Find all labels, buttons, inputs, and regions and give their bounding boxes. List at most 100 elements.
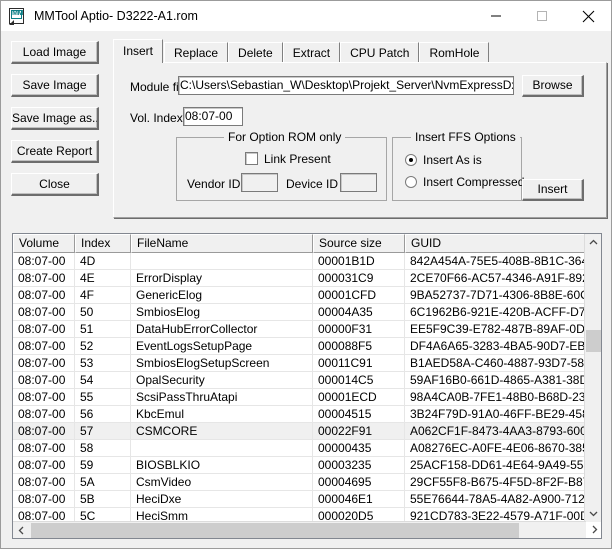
cell-volume: 08:07-00 xyxy=(13,406,75,422)
column-header-index[interactable]: Index xyxy=(75,234,131,253)
table-row[interactable]: 08:07-00 53 SmbiosElogSetupScreen 00011C91 B… xyxy=(13,355,586,372)
cell-volume: 08:07-00 xyxy=(13,338,75,354)
scroll-up-button[interactable] xyxy=(585,234,601,251)
create-report-button[interactable]: Create Report xyxy=(11,140,99,163)
cell-source-size: 00001CFD xyxy=(313,287,405,303)
table-row[interactable]: 08:07-00 4D 00001B1D 842A454A-75E5-408B-8B1… xyxy=(13,253,586,270)
cell-index: 58 xyxy=(75,440,131,456)
cell-filename: SmbiosElog xyxy=(131,304,313,320)
cell-guid: 842A454A-75E5-408B-8B1C-36420E xyxy=(410,254,586,268)
cell-index: 5B xyxy=(75,491,131,507)
load-image-button[interactable]: Load Image xyxy=(11,41,99,64)
table-row[interactable]: 08:07-00 52 EventLogsSetupPage 000088F5 DF4A… xyxy=(13,338,586,355)
tab-romhole[interactable]: RomHole xyxy=(419,42,490,63)
vertical-scroll-thumb[interactable] xyxy=(586,330,601,352)
cell-volume: 08:07-00 xyxy=(13,355,75,371)
cell-guid: 59AF16B0-661D-4865-A381-38DE68 xyxy=(410,373,586,387)
minimize-button[interactable] xyxy=(473,1,519,31)
scroll-right-button[interactable] xyxy=(586,521,601,538)
cell-volume: 08:07-00 xyxy=(13,474,75,490)
cell-filename: EventLogsSetupPage xyxy=(131,338,313,354)
table-row[interactable]: 08:07-00 57 CSMCORE 00022F91 A062CF1F-8473-4… xyxy=(13,423,586,440)
cell-guid: A08276EC-A0FE-4E06-8670-385336 xyxy=(410,441,586,455)
insert-button[interactable]: Insert xyxy=(522,179,584,201)
vol-index-input[interactable]: 08:07-00 xyxy=(183,107,243,126)
table-row[interactable]: 08:07-00 51 DataHubErrorCollector 00000F31 E… xyxy=(13,321,586,338)
cell-index: 4F xyxy=(75,287,131,303)
module-file-input[interactable]: C:\Users\Sebastian_W\Desktop\Projekt_Ser… xyxy=(178,76,514,95)
table-row[interactable]: 08:07-00 50 SmbiosElog 00004A35 6C1962B6-921… xyxy=(13,304,586,321)
browse-button[interactable]: Browse xyxy=(522,75,584,97)
column-header-volume[interactable]: Volume xyxy=(13,234,75,253)
table-row[interactable]: 08:07-00 56 KbcEmul 00004515 3B24F79D-91A0-4… xyxy=(13,406,586,423)
cell-guid: 98A4CA0B-7FE1-48B0-B68D-23EB0E xyxy=(410,390,586,404)
cell-index: 54 xyxy=(75,372,131,388)
table-row[interactable]: 08:07-00 58 00000435 A08276EC-A0FE-4E06-867… xyxy=(13,440,586,457)
table-row[interactable]: 08:07-00 55 ScsiPassThruAtapi 00001ECD 98A4C… xyxy=(13,389,586,406)
column-header-filename[interactable]: FileName xyxy=(131,234,313,253)
column-header-guid[interactable]: GUID xyxy=(405,234,586,253)
cell-guid: 55E76644-78A5-4A82-A900-7126A5 xyxy=(410,492,586,506)
insert-ffs-options-group-title: Insert FFS Options xyxy=(411,130,520,144)
cell-filename: OpalSecurity xyxy=(131,372,313,388)
vertical-scrollbar[interactable] xyxy=(584,234,601,522)
insert-as-is-radio[interactable] xyxy=(405,154,417,166)
device-id-input[interactable] xyxy=(340,173,377,192)
cell-guid: 2CE70F66-AC57-4346-A91F-89281A xyxy=(410,271,586,285)
tab-delete[interactable]: Delete xyxy=(228,42,283,63)
maximize-button[interactable] xyxy=(519,1,565,31)
column-header-source-size[interactable]: Source size xyxy=(313,234,405,253)
chevron-up-icon xyxy=(589,239,598,245)
cell-source-size: 00022F91 xyxy=(313,423,405,439)
cell-source-size: 00000435 xyxy=(313,440,405,456)
tab-replace[interactable]: Replace xyxy=(164,42,229,63)
table-row[interactable]: 08:07-00 4F GenericElog 00001CFD 9BA52737-7D… xyxy=(13,287,586,304)
cell-source-size: 000031C9 xyxy=(313,270,405,286)
cell-index: 51 xyxy=(75,321,131,337)
save-image-button[interactable]: Save Image xyxy=(11,74,99,97)
table-row[interactable]: 08:07-00 5B HeciDxe 000046E1 55E76644-78A5-4… xyxy=(13,491,586,508)
vendor-id-input[interactable] xyxy=(241,173,278,192)
title-bar: MM MMTool Aptio- D3222-A1.rom xyxy=(1,1,611,31)
scroll-down-button[interactable] xyxy=(585,505,601,522)
cell-index: 4D xyxy=(75,253,131,269)
cell-volume: 08:07-00 xyxy=(13,270,75,286)
close-button[interactable]: Close xyxy=(11,173,99,196)
save-image-as-button[interactable]: Save Image as.. xyxy=(11,107,99,130)
cell-guid: A062CF1F-8473-4AA3-8793-600BC4 xyxy=(410,424,586,438)
table-row[interactable]: 08:07-00 54 OpalSecurity 000014C5 59AF16B0-6… xyxy=(13,372,586,389)
table-row[interactable]: 08:07-00 5A CsmVideo 00004695 29CF55F8-B675-… xyxy=(13,474,586,491)
cell-filename: CSMCORE xyxy=(131,423,313,439)
minimize-icon xyxy=(491,15,501,17)
cell-index: 59 xyxy=(75,457,131,473)
cell-filename xyxy=(131,253,313,269)
table-row[interactable]: 08:07-00 4E ErrorDisplay 000031C9 2CE70F66-A… xyxy=(13,270,586,287)
tab-insert[interactable]: Insert xyxy=(113,39,164,63)
cell-filename: HeciDxe xyxy=(131,491,313,507)
horizontal-scrollbar[interactable] xyxy=(13,521,586,538)
cell-guid: EE5F9C39-E782-487B-89AF-0DD406 xyxy=(410,322,586,336)
insert-ffs-options-group: Insert FFS Options Insert As is Insert C… xyxy=(392,130,524,201)
cell-volume: 08:07-00 xyxy=(13,372,75,388)
insert-compressed-radio[interactable] xyxy=(405,176,417,188)
cell-filename: ScsiPassThruAtapi xyxy=(131,389,313,405)
cell-source-size: 00004A35 xyxy=(313,304,405,320)
module-list-body[interactable]: 08:07-00 4D 00001B1D 842A454A-75E5-408B-8B1… xyxy=(13,253,586,524)
cell-filename: SmbiosElogSetupScreen xyxy=(131,355,313,371)
cell-volume: 08:07-00 xyxy=(13,440,75,456)
chevron-left-icon xyxy=(18,526,24,535)
action-button-panel: Load Image Save Image Save Image as.. Cr… xyxy=(1,31,109,226)
cell-volume: 08:07-00 xyxy=(13,457,75,473)
scroll-left-button[interactable] xyxy=(13,522,30,538)
maximize-icon xyxy=(537,11,547,21)
table-row[interactable]: 08:07-00 59 BIOSBLKIO 00003235 25ACF158-DD61… xyxy=(13,457,586,474)
horizontal-scroll-thumb[interactable] xyxy=(31,523,519,538)
cell-source-size: 00001ECD xyxy=(313,389,405,405)
cell-volume: 08:07-00 xyxy=(13,321,75,337)
link-present-checkbox[interactable] xyxy=(245,152,258,165)
tab-cpu-patch[interactable]: CPU Patch xyxy=(340,42,420,63)
module-list: Volume Index FileName Source size GUID 0… xyxy=(12,233,602,539)
tab-extract[interactable]: Extract xyxy=(282,42,341,63)
cell-index: 52 xyxy=(75,338,131,354)
close-window-button[interactable] xyxy=(565,1,611,31)
